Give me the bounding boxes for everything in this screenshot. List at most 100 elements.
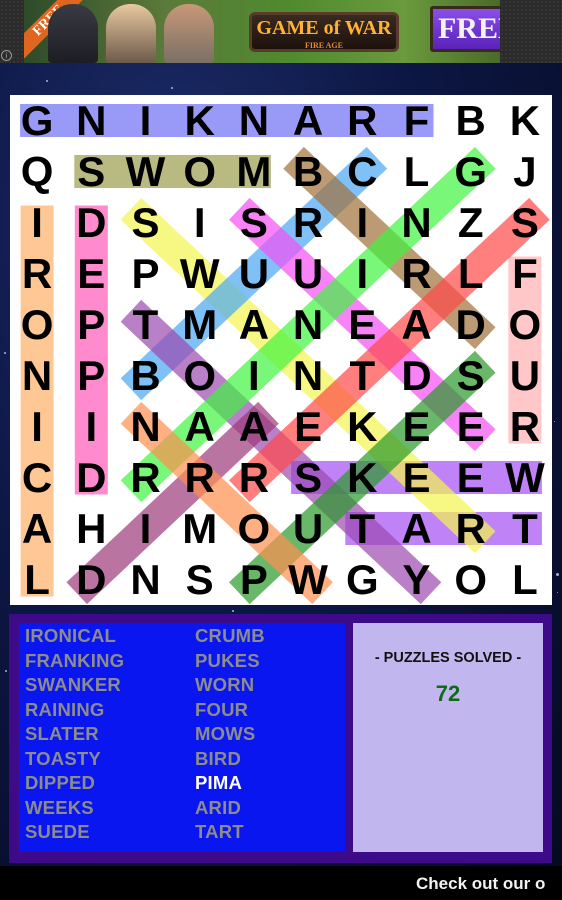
grid-cell[interactable]: M — [173, 503, 227, 554]
grid-cell[interactable]: G — [335, 554, 389, 605]
grid-cell[interactable]: I — [227, 350, 281, 401]
grid-cell[interactable]: T — [498, 503, 552, 554]
grid-cell[interactable]: O — [173, 350, 227, 401]
grid-cell[interactable]: N — [389, 197, 443, 248]
grid-cell[interactable]: F — [389, 95, 443, 146]
grid-cell[interactable]: O — [227, 503, 281, 554]
grid-cell[interactable]: I — [10, 401, 64, 452]
grid-cell[interactable]: U — [227, 248, 281, 299]
grid-cell[interactable]: A — [227, 401, 281, 452]
grid-cell[interactable]: R — [173, 452, 227, 503]
grid-cell[interactable]: U — [281, 248, 335, 299]
grid-cell[interactable]: T — [335, 503, 389, 554]
grid-cell[interactable]: P — [227, 554, 281, 605]
grid-cell[interactable]: D — [389, 350, 443, 401]
grid-cell[interactable]: E — [389, 452, 443, 503]
grid-cell[interactable]: L — [10, 554, 64, 605]
grid-cell[interactable]: K — [498, 95, 552, 146]
grid-cell[interactable]: J — [498, 146, 552, 197]
grid-cell[interactable]: P — [118, 248, 172, 299]
grid-cell[interactable]: I — [173, 197, 227, 248]
grid-cell[interactable]: F — [498, 248, 552, 299]
grid-cell[interactable]: A — [227, 299, 281, 350]
info-icon[interactable]: i — [1, 50, 12, 61]
grid-cell[interactable]: R — [444, 503, 498, 554]
grid-cell[interactable]: K — [173, 95, 227, 146]
grid-cell[interactable]: T — [335, 350, 389, 401]
grid-cell[interactable]: W — [118, 146, 172, 197]
grid-cell[interactable]: L — [389, 146, 443, 197]
grid-cell[interactable]: S — [227, 197, 281, 248]
grid-cell[interactable]: Z — [444, 197, 498, 248]
grid-cell[interactable]: R — [227, 452, 281, 503]
grid-cell[interactable]: R — [335, 95, 389, 146]
grid-cell[interactable]: G — [444, 146, 498, 197]
grid-cell[interactable]: B — [281, 146, 335, 197]
grid-cell[interactable]: I — [118, 95, 172, 146]
grid-cell[interactable]: A — [173, 401, 227, 452]
grid-cell[interactable]: I — [10, 197, 64, 248]
grid-cell[interactable]: D — [444, 299, 498, 350]
grid-cell[interactable]: U — [498, 350, 552, 401]
grid-cell[interactable]: N — [118, 401, 172, 452]
grid-cell[interactable]: D — [64, 554, 118, 605]
ad-creative[interactable]: FREE GAME of WAR FIRE AGE FREE — [24, 0, 500, 63]
grid-cell[interactable]: E — [444, 401, 498, 452]
grid-cell[interactable]: E — [281, 401, 335, 452]
promo-ticker[interactable]: Check out our o — [0, 866, 562, 900]
grid-cell[interactable]: W — [498, 452, 552, 503]
grid-cell[interactable]: G — [10, 95, 64, 146]
grid-cell[interactable]: I — [118, 503, 172, 554]
grid-cell[interactable]: S — [281, 452, 335, 503]
grid-cell[interactable]: W — [281, 554, 335, 605]
grid-cell[interactable]: I — [64, 401, 118, 452]
grid-cell[interactable]: E — [389, 401, 443, 452]
grid-cell[interactable]: P — [64, 299, 118, 350]
grid-cell[interactable]: K — [335, 452, 389, 503]
grid-cell[interactable]: Q — [10, 146, 64, 197]
grid-cell[interactable]: O — [173, 146, 227, 197]
grid-cell[interactable]: A — [10, 503, 64, 554]
grid-cell[interactable]: L — [444, 248, 498, 299]
grid-cell[interactable]: A — [389, 503, 443, 554]
grid-cell[interactable]: S — [118, 197, 172, 248]
grid-cell[interactable]: D — [64, 197, 118, 248]
grid-cell[interactable]: Y — [389, 554, 443, 605]
grid-cell[interactable]: I — [335, 197, 389, 248]
grid-cell[interactable]: N — [10, 350, 64, 401]
grid-cell[interactable]: W — [173, 248, 227, 299]
grid-cell[interactable]: I — [335, 248, 389, 299]
grid-cell[interactable]: H — [64, 503, 118, 554]
grid-cell[interactable]: A — [389, 299, 443, 350]
grid-cell[interactable]: M — [227, 146, 281, 197]
grid-cell[interactable]: B — [444, 95, 498, 146]
grid-cell[interactable]: N — [227, 95, 281, 146]
ad-free-button[interactable]: FREE — [430, 6, 500, 52]
grid-cell[interactable]: R — [10, 248, 64, 299]
grid-cell[interactable]: N — [118, 554, 172, 605]
word-search-grid[interactable]: GNIKNARFBKQSWOMBCLGJIDSISRINZSREPWUUIRLF… — [10, 95, 552, 605]
grid-cell[interactable]: R — [118, 452, 172, 503]
grid-cell[interactable]: O — [498, 299, 552, 350]
grid-cell[interactable]: S — [498, 197, 552, 248]
grid-cell[interactable]: N — [281, 350, 335, 401]
grid-cell[interactable]: E — [444, 452, 498, 503]
grid-cell[interactable]: B — [118, 350, 172, 401]
grid-cell[interactable]: O — [444, 554, 498, 605]
grid-cell[interactable]: A — [281, 95, 335, 146]
grid-cell[interactable]: E — [335, 299, 389, 350]
grid-cell[interactable]: S — [444, 350, 498, 401]
ad-banner[interactable]: FREE GAME of WAR FIRE AGE FREE i — [0, 0, 562, 63]
grid-cell[interactable]: L — [498, 554, 552, 605]
grid-cell[interactable]: C — [10, 452, 64, 503]
grid-cell[interactable]: P — [64, 350, 118, 401]
grid-cell[interactable]: R — [281, 197, 335, 248]
grid-cell[interactable]: U — [281, 503, 335, 554]
grid-cell[interactable]: D — [64, 452, 118, 503]
grid-cell[interactable]: R — [389, 248, 443, 299]
grid-cell[interactable]: O — [10, 299, 64, 350]
grid-cell[interactable]: E — [64, 248, 118, 299]
grid-cell[interactable]: S — [173, 554, 227, 605]
grid-cell[interactable]: R — [498, 401, 552, 452]
grid-cell[interactable]: K — [335, 401, 389, 452]
